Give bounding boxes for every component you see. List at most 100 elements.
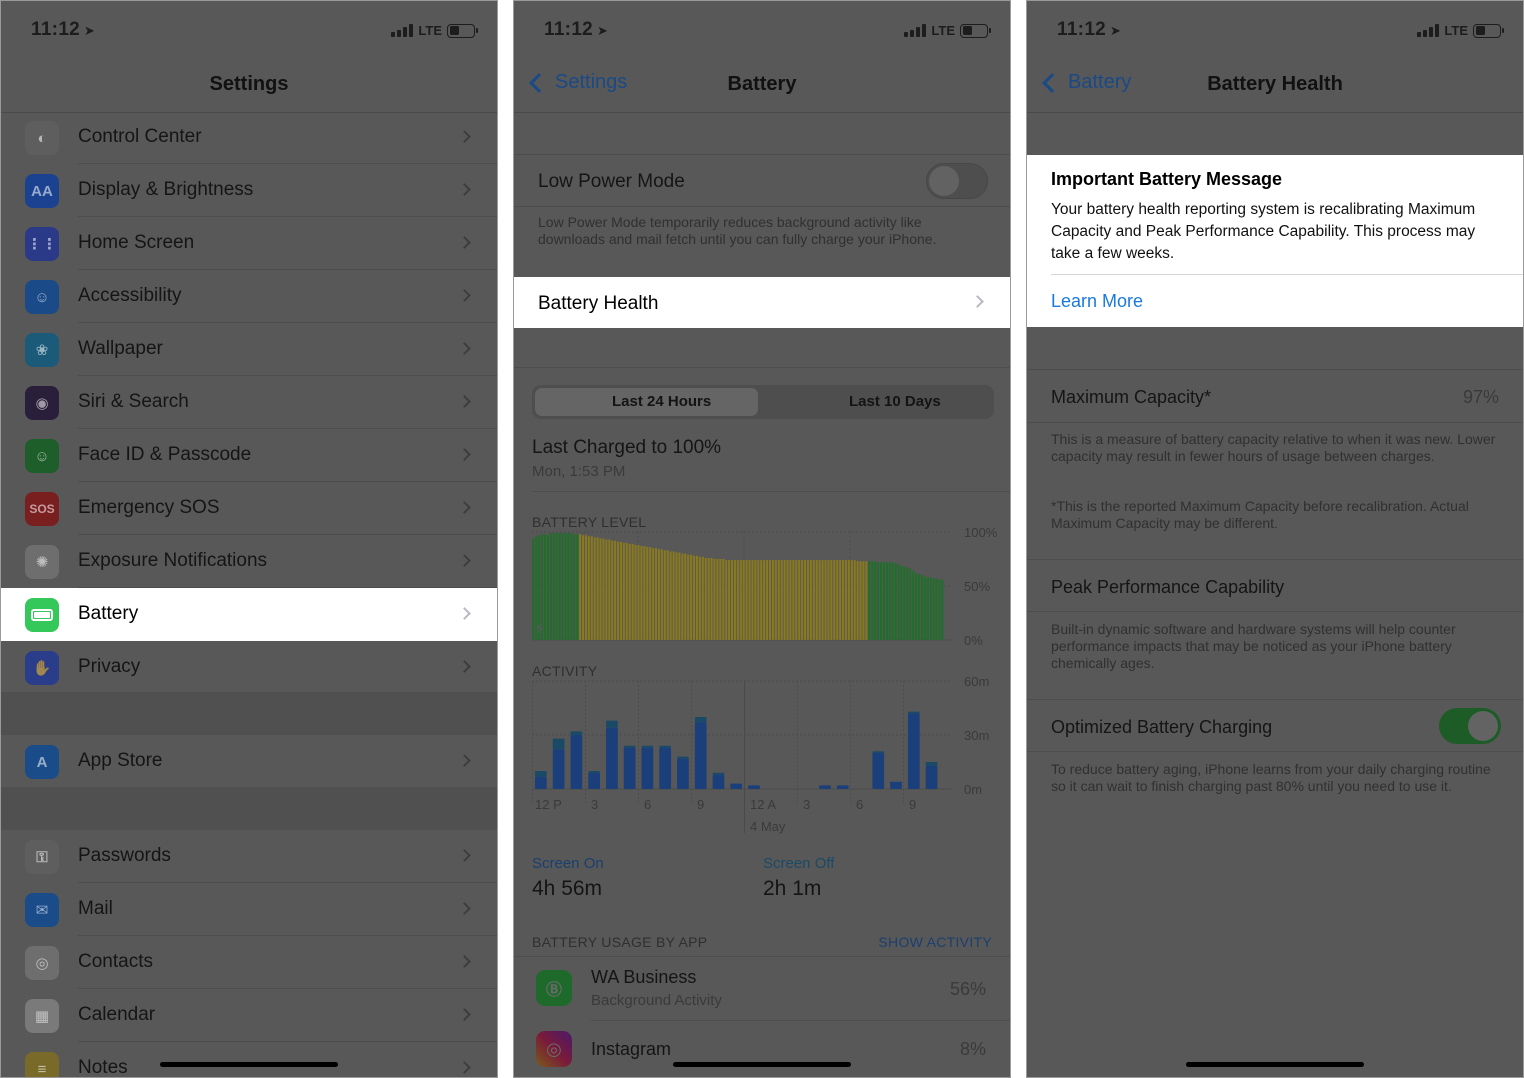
- settings-row-face-id-passcode[interactable]: ☺ Face ID & Passcode: [1, 429, 497, 482]
- battery-level-bar: [847, 560, 850, 640]
- status-time: 11:12 ➤: [1057, 19, 1122, 40]
- battery-level-bar: [868, 561, 871, 640]
- app-usage-row[interactable]: Ⓑ WA Business Background Activity 56%: [514, 957, 1010, 1021]
- settings-row-contacts[interactable]: ◎ Contacts: [1, 936, 497, 989]
- screen-on-bar: [535, 776, 547, 789]
- screen-on-bar: [907, 713, 920, 789]
- settings-row-home-screen[interactable]: ⋮⋮ Home Screen: [1, 217, 497, 270]
- y-tick-label: 0m: [964, 782, 982, 797]
- settings-row-calendar[interactable]: ▦ Calendar: [1, 989, 497, 1042]
- battery-level-bar: [833, 560, 836, 640]
- battery-level-bar: [733, 560, 736, 640]
- battery-level-bar: [929, 577, 932, 640]
- app-store-icon: A: [25, 745, 59, 779]
- tab-last-24-hours[interactable]: Last 24 Hours: [612, 393, 711, 410]
- location-arrow-icon: ➤: [597, 23, 609, 38]
- settings-row-accessibility[interactable]: ☺ Accessibility: [1, 270, 497, 323]
- x-tick-label: 6: [856, 797, 863, 812]
- settings-row-label: Wallpaper: [78, 338, 163, 359]
- tab-last-10-days[interactable]: Last 10 Days: [849, 393, 941, 410]
- time-range-segmented-control[interactable]: Last 24 Hours Last 10 Days: [532, 385, 994, 419]
- page-title: Settings: [209, 73, 289, 95]
- battery-level-bar: [695, 555, 698, 640]
- settings-row-display-brightness[interactable]: AA Display & Brightness: [1, 164, 497, 217]
- battery-level-bar: [900, 565, 903, 640]
- battery-level-bar: [827, 560, 830, 640]
- low-power-toggle[interactable]: [926, 163, 988, 199]
- home-indicator[interactable]: [673, 1062, 851, 1067]
- page-title: Battery Health: [1207, 73, 1343, 95]
- battery-level-bar: [681, 553, 684, 640]
- battery-level-bar: [938, 579, 941, 640]
- battery-level-bar: [605, 539, 608, 640]
- settings-row-battery[interactable]: Battery: [1, 588, 497, 641]
- settings-row-label: Control Center: [78, 126, 202, 147]
- battery-level-bar: [809, 560, 812, 640]
- settings-row-privacy[interactable]: ✋ Privacy: [1, 641, 497, 694]
- battery-level-bar: [941, 579, 944, 640]
- settings-row-wallpaper[interactable]: ❀ Wallpaper: [1, 323, 497, 376]
- battery-level-bar: [792, 560, 795, 640]
- app-usage-row[interactable]: ◎ Instagram 8%: [514, 1021, 1010, 1077]
- battery-level-bar: [812, 560, 815, 640]
- settings-row-mail[interactable]: ✉ Mail: [1, 883, 497, 936]
- battery-level-bar: [678, 552, 681, 640]
- battery-level-bar: [643, 546, 646, 640]
- settings-row-exposure-notifications[interactable]: ✺ Exposure Notifications: [1, 535, 497, 588]
- show-activity-button[interactable]: SHOW ACTIVITY: [878, 934, 992, 950]
- screen-on-bar: [890, 781, 902, 789]
- battery-level-bar: [710, 557, 713, 640]
- learn-more-link[interactable]: Learn More: [1051, 291, 1143, 312]
- settings-row-label: Passwords: [78, 845, 171, 866]
- charging-bolt-icon: ⚡: [534, 621, 545, 638]
- home-indicator[interactable]: [160, 1062, 338, 1067]
- key-icon: ⚿: [25, 840, 59, 874]
- battery-level-chart: ⚡ 100% 50% 0%: [532, 526, 998, 648]
- optimized-charging-toggle[interactable]: [1439, 708, 1501, 744]
- battery-level-bar: [751, 560, 754, 640]
- chevron-right-icon: [458, 849, 471, 862]
- chevron-right-icon: [971, 295, 984, 308]
- screen-off-bar: [907, 711, 920, 714]
- settings-row-app-store[interactable]: A App Store: [1, 735, 497, 788]
- chevron-right-icon: [458, 1008, 471, 1021]
- settings-row-notes[interactable]: ≡ Notes: [1, 1042, 497, 1077]
- settings-row-emergency-sos[interactable]: SOS Emergency SOS: [1, 482, 497, 535]
- battery-level-bar: [739, 560, 742, 640]
- settings-row-label: Contacts: [78, 951, 153, 972]
- battery-health-row[interactable]: Battery Health: [514, 277, 1010, 328]
- battery-level-bar: [576, 534, 579, 640]
- instagram-icon: ◎: [536, 1031, 572, 1067]
- battery-level-bar: [842, 560, 845, 640]
- screen-on-bar: [623, 747, 636, 789]
- battery-level-bar: [549, 533, 552, 640]
- y-tick-label: 100%: [964, 526, 998, 540]
- settings-row-label: Accessibility: [78, 285, 182, 306]
- settings-row-control-center[interactable]: ◐ Control Center: [1, 111, 497, 164]
- battery-level-bar: [672, 551, 675, 640]
- settings-row-label: Face ID & Passcode: [78, 444, 252, 465]
- battery-health-label: Battery Health: [538, 293, 659, 314]
- x-tick-label: 9: [909, 797, 916, 812]
- settings-row-label: App Store: [78, 750, 163, 771]
- display-brightness-icon: AA: [25, 174, 59, 208]
- screen-on-label: Screen On: [532, 855, 604, 872]
- settings-row-passwords[interactable]: ⚿ Passwords: [1, 830, 497, 883]
- home-indicator[interactable]: [1186, 1062, 1364, 1067]
- screen-off-bar: [694, 717, 707, 723]
- battery-level-bar: [593, 537, 596, 640]
- screen-on-bar: [588, 772, 600, 789]
- battery-level-bar: [713, 559, 716, 640]
- screen-off-bar: [606, 720, 618, 728]
- chevron-right-icon: [458, 955, 471, 968]
- battery-level-bar: [877, 562, 880, 640]
- battery-level-bar: [771, 560, 774, 640]
- x-tick-label: 3: [803, 797, 810, 812]
- settings-row-siri-search[interactable]: ◉ Siri & Search: [1, 376, 497, 429]
- battery-level-bar: [637, 544, 640, 640]
- battery-level-bar: [918, 574, 921, 640]
- battery-level-bar: [561, 533, 564, 640]
- accessibility-icon: ☺: [25, 280, 59, 314]
- chevron-right-icon: [458, 1061, 471, 1074]
- app-name: WA Business: [591, 967, 697, 987]
